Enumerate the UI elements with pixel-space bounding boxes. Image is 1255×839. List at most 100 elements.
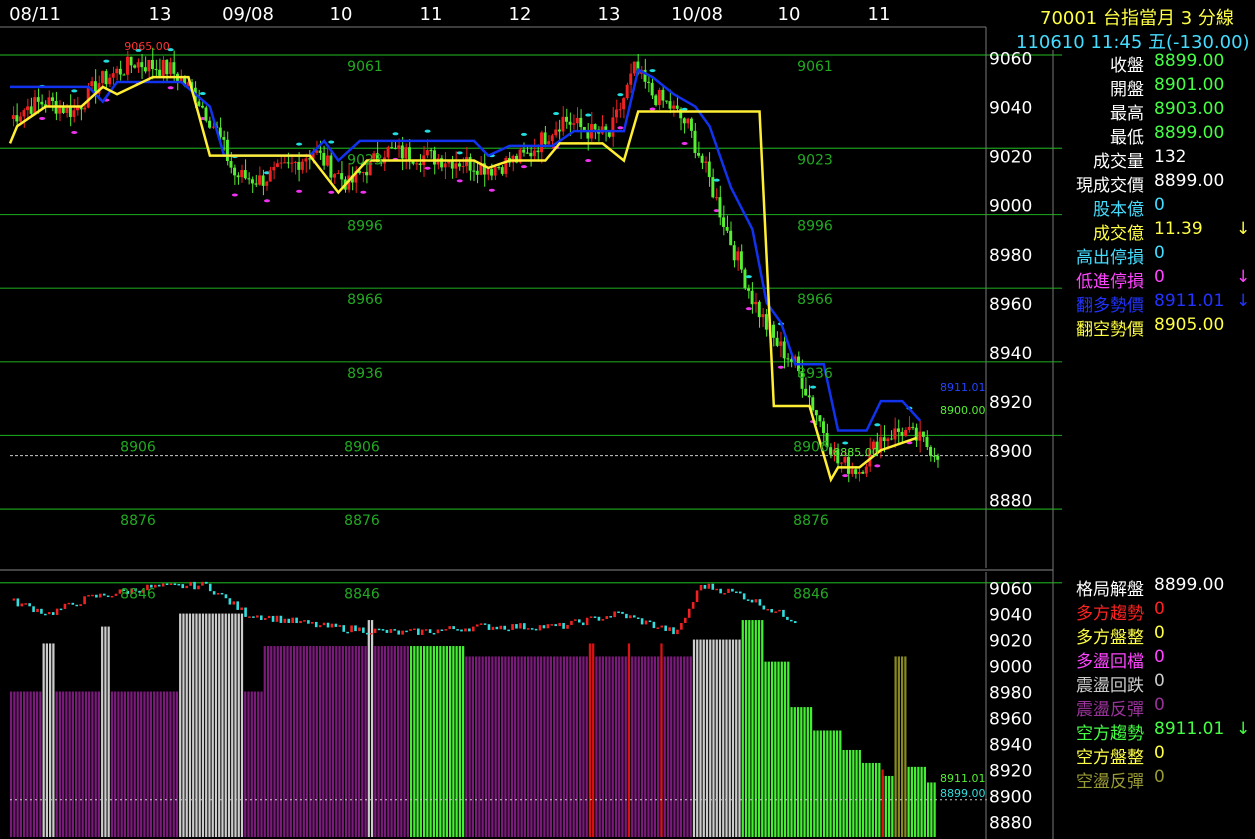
candle-body: [318, 150, 322, 153]
sub-y-tick: 9020: [989, 632, 1032, 652]
candle-body: [757, 301, 761, 318]
candle-body: [529, 152, 533, 157]
pattern-bar: [809, 707, 813, 837]
candle-body: [543, 132, 547, 145]
sub-candle: [758, 599, 762, 606]
pattern-bar: [205, 613, 208, 837]
pattern-bar: [377, 646, 380, 837]
pattern-bar: [237, 613, 240, 837]
sub-candle: [256, 615, 259, 618]
candle-body: [839, 462, 843, 464]
sub-candle: [417, 628, 420, 635]
sub-candle: [613, 611, 616, 618]
pattern-bar: [465, 656, 468, 837]
sub-y-tick: 9000: [989, 658, 1032, 678]
sub-candle: [515, 624, 518, 629]
candle-body: [893, 428, 897, 440]
sub-candle: [16, 598, 20, 607]
sub-candle: [28, 603, 31, 607]
pattern-bar: [822, 730, 826, 837]
pattern-bar: [123, 691, 127, 837]
pattern-bar: [829, 730, 832, 837]
sub-candle: [585, 617, 589, 626]
candle-body: [904, 429, 908, 436]
pattern-bar: [478, 656, 481, 837]
pattern-bar: [546, 656, 549, 837]
sub-candle: [731, 588, 734, 592]
candle-body: [154, 68, 158, 70]
sub-candle: [275, 615, 279, 622]
candle-body: [300, 161, 304, 170]
pattern-bar: [481, 656, 484, 837]
candle-body: [250, 179, 254, 184]
pattern-bar: [741, 620, 744, 837]
pattern-bar: [627, 643, 631, 837]
pattern-bar: [891, 775, 894, 837]
candle-body: [340, 173, 344, 180]
sub-candle: [538, 625, 542, 631]
sub-candle: [723, 593, 726, 595]
x-tick-label: 10: [778, 4, 801, 25]
stop-high-marker: [328, 140, 335, 144]
level-label: 8846: [120, 587, 156, 603]
candle-body: [333, 174, 336, 178]
candle-body: [689, 118, 693, 131]
sub-candle: [165, 583, 169, 586]
info-row: 翻空勢價 8905.00: [1062, 315, 1252, 340]
pattern-bar: [36, 691, 39, 837]
sub-candle: [212, 591, 216, 595]
sub-candle: [444, 629, 448, 631]
sub-candle: [574, 619, 577, 621]
pattern-bar: [913, 766, 917, 837]
sub-candle: [774, 611, 777, 613]
sub-candle: [248, 616, 251, 618]
sub-candle: [456, 629, 459, 631]
pattern-bar: [156, 691, 159, 837]
candle-body: [461, 166, 465, 168]
candle-body: [807, 395, 811, 398]
pattern-bar: [637, 656, 640, 837]
info-label: 翻空勢價: [1076, 320, 1144, 340]
pattern-bar: [488, 656, 491, 837]
pattern-bar: [58, 691, 62, 837]
pattern-bar: [416, 646, 419, 837]
candle-body: [707, 161, 711, 178]
sub-candle: [201, 581, 204, 586]
info-row: 最高 8903.00: [1062, 99, 1252, 124]
pattern-bar: [273, 646, 276, 837]
pattern-bar: [527, 656, 530, 837]
candle-body: [772, 324, 775, 338]
sub-candle: [754, 599, 758, 603]
pattern-bar: [712, 639, 715, 837]
candle-body: [732, 245, 736, 261]
sub-candle: [452, 626, 455, 630]
stop-high-marker: [713, 178, 720, 182]
pattern-bar: [146, 691, 149, 837]
pattern-bar: [120, 691, 123, 837]
candle-body: [672, 105, 676, 109]
info-value: 8901.00: [1154, 75, 1225, 95]
info-value: 8911.01: [1154, 719, 1225, 739]
pattern-bar: [289, 646, 292, 837]
pattern-bar: [611, 656, 614, 837]
pattern-bar: [159, 691, 162, 837]
pattern-bar: [286, 646, 289, 837]
info-value: 8903.00: [1154, 99, 1225, 119]
sub-candle: [377, 628, 381, 631]
info-label: 空盪反彈: [1076, 772, 1144, 792]
info-arrow-icon: ↓: [1236, 219, 1251, 239]
x-tick-label: 12: [509, 4, 532, 25]
pattern-bar: [88, 691, 91, 837]
info-label: 多盪回檔: [1076, 652, 1144, 672]
sub-candle: [307, 620, 310, 624]
pattern-bar: [16, 691, 19, 837]
pattern-bar: [32, 691, 36, 837]
level-label: 8966: [347, 292, 383, 308]
pattern-bar: [556, 656, 559, 837]
pattern-bar: [426, 646, 429, 837]
candle-body: [629, 73, 633, 85]
sub-candle: [185, 585, 188, 589]
pattern-bar: [149, 691, 153, 837]
level-label: 9023: [347, 152, 383, 168]
pattern-bar: [790, 707, 793, 837]
